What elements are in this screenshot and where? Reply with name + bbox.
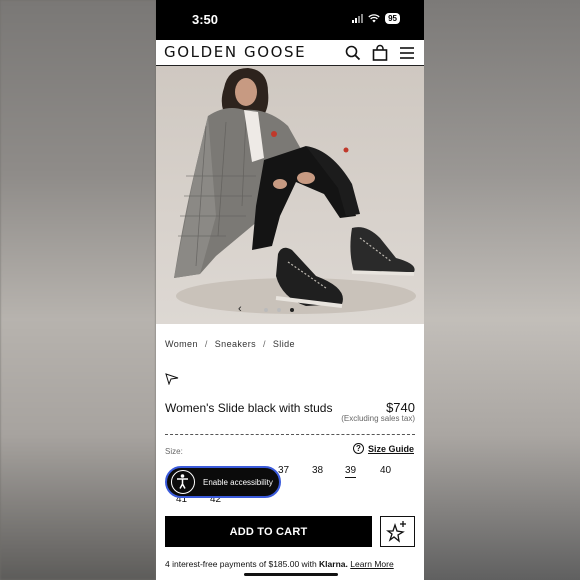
carousel-dot[interactable] bbox=[264, 308, 268, 312]
status-icons: 95 bbox=[352, 13, 400, 24]
battery-indicator: 95 bbox=[385, 13, 400, 24]
divider bbox=[165, 434, 415, 435]
size-option-39-selected[interactable]: 39 bbox=[345, 465, 357, 478]
status-time: 3:50 bbox=[192, 12, 219, 27]
breadcrumb-item-slide[interactable]: Slide bbox=[273, 339, 295, 349]
brand-logo[interactable]: GOLDEN GOOSE bbox=[164, 43, 306, 61]
phone-screen: 3:50 95 GOLDEN GOOSE ‹ Women / Sneakers … bbox=[156, 0, 424, 580]
star-plus-icon bbox=[386, 521, 406, 543]
help-icon: ? bbox=[352, 443, 364, 454]
product-image[interactable]: ‹ bbox=[156, 66, 424, 324]
product-title: Women's Slide black with studs bbox=[165, 401, 333, 415]
paper-plane-icon[interactable] bbox=[165, 373, 179, 385]
accessibility-icon bbox=[171, 470, 195, 494]
size-option-38[interactable]: 38 bbox=[312, 465, 323, 476]
klarna-text: 4 interest-free payments of $185.00 with bbox=[165, 559, 317, 569]
signal-icon bbox=[352, 14, 364, 23]
breadcrumb-item-women[interactable]: Women bbox=[165, 339, 198, 349]
breadcrumb-item-sneakers[interactable]: Sneakers bbox=[215, 339, 256, 349]
tax-note: (Excluding sales tax) bbox=[341, 414, 415, 423]
breadcrumb-separator: / bbox=[263, 339, 266, 349]
backdrop-left bbox=[0, 0, 156, 580]
app-header: GOLDEN GOOSE bbox=[156, 40, 424, 66]
accessibility-button[interactable]: Enable accessibility bbox=[165, 466, 281, 498]
size-guide-label: Size Guide bbox=[367, 443, 414, 454]
menu-icon[interactable] bbox=[398, 44, 416, 62]
breadcrumb-separator: / bbox=[204, 339, 208, 349]
carousel-dot-active[interactable] bbox=[290, 308, 294, 312]
wishlist-button[interactable] bbox=[380, 516, 415, 547]
size-label: Size: bbox=[165, 447, 183, 456]
bag-icon[interactable] bbox=[371, 44, 389, 62]
backdrop-right bbox=[424, 0, 580, 580]
size-option-40[interactable]: 40 bbox=[380, 465, 391, 476]
wifi-icon bbox=[368, 14, 380, 23]
product-price: $740 bbox=[386, 400, 415, 415]
bottom-action-bar: ADD TO CART 4 interest-free payments of … bbox=[156, 507, 424, 580]
carousel-dots bbox=[264, 308, 294, 312]
home-indicator bbox=[244, 573, 338, 576]
size-option-37[interactable]: 37 bbox=[278, 465, 289, 476]
product-photo bbox=[174, 68, 416, 314]
klarna-brand: Klarna. bbox=[319, 559, 348, 569]
accessibility-label: Enable accessibility bbox=[203, 477, 273, 487]
search-icon[interactable] bbox=[344, 44, 362, 62]
learn-more-link[interactable]: Learn More bbox=[350, 559, 393, 569]
breadcrumb: Women / Sneakers / Slide bbox=[165, 339, 295, 349]
carousel-prev-arrow[interactable]: ‹ bbox=[238, 303, 242, 315]
status-bar: 3:50 95 bbox=[156, 0, 424, 40]
carousel-dot[interactable] bbox=[277, 308, 281, 312]
size-guide-link[interactable]: ? Size Guide bbox=[352, 443, 414, 454]
add-to-cart-button[interactable]: ADD TO CART bbox=[165, 516, 372, 547]
klarna-message: 4 interest-free payments of $185.00 with… bbox=[165, 559, 394, 569]
